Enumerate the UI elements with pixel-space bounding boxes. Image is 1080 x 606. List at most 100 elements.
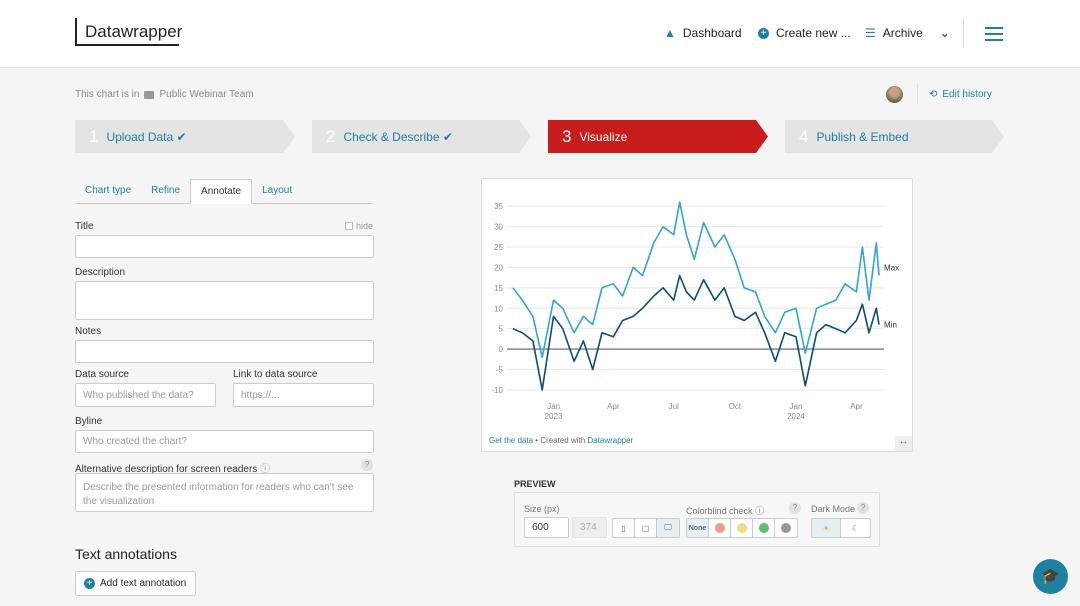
step-publish-embed[interactable]: 4 Publish & Embed <box>785 120 1004 153</box>
series-line-max <box>512 201 880 359</box>
byline-label: Byline <box>75 416 103 427</box>
link-label: Link to data source <box>233 369 318 380</box>
device-toggle: ▯ ▢ 🖵 <box>612 518 680 538</box>
breadcrumb: This chart is in Public Webinar Team <box>75 89 254 100</box>
y-tick-label: 0 <box>499 345 504 354</box>
step-check-describe[interactable]: 2 Check & Describe ✔ <box>312 120 531 153</box>
height-input: 374 <box>572 517 607 538</box>
archive-icon: ☰ <box>865 26 876 40</box>
plus-circle-icon: + <box>758 27 769 39</box>
plus-icon: + <box>84 578 95 589</box>
tritanopia-icon[interactable] <box>753 519 775 537</box>
tab-layout[interactable]: Layout <box>252 179 302 203</box>
add-text-annotation-button[interactable]: + Add text annotation <box>75 571 196 596</box>
achromatopsia-icon[interactable] <box>775 519 797 537</box>
y-tick-label: 20 <box>494 263 503 272</box>
x-tick-sublabel: 2024 <box>787 412 805 421</box>
x-tick-label: Oct <box>729 402 742 411</box>
x-tick-label: Jul <box>669 402 679 411</box>
top-bar: Datawrapper ▲ Dashboard + Create new ... ☰… <box>0 0 1080 68</box>
checkbox[interactable] <box>345 222 353 230</box>
y-tick-label: 35 <box>494 202 503 211</box>
notes-input[interactable] <box>75 340 374 363</box>
nav-create-new[interactable]: + Create new ... <box>758 26 851 40</box>
get-data-link[interactable]: Get the data <box>489 436 533 445</box>
hide-title-checkbox[interactable]: hide <box>345 221 373 231</box>
folder-link[interactable]: Public Webinar Team <box>159 89 253 100</box>
text-annotations-heading: Text annotations <box>75 546 177 562</box>
rocket-icon: ▲ <box>664 26 676 40</box>
info-icon: ⓘ <box>755 506 765 516</box>
deuteranopia-icon[interactable] <box>731 519 753 537</box>
alt-textarea[interactable]: Describe the presented information for r… <box>75 473 374 512</box>
x-tick-label: Jan <box>547 402 560 411</box>
y-tick-label: 5 <box>499 325 504 334</box>
colorblind-toggle: None <box>686 518 798 538</box>
y-tick-label: 30 <box>494 223 503 232</box>
graduation-cap-icon: 🎓 <box>1041 568 1060 585</box>
nav-archive[interactable]: ☰ Archive ⌄ <box>865 26 950 40</box>
menu-icon[interactable] <box>985 27 1003 45</box>
tab-annotate[interactable]: Annotate <box>190 179 253 204</box>
datawrapper-link[interactable]: Datawrapper <box>587 436 633 445</box>
avatar[interactable] <box>886 86 903 103</box>
help-icon[interactable]: ? <box>361 459 373 471</box>
y-tick-label: 10 <box>494 304 503 313</box>
y-tick-label: 15 <box>494 284 503 293</box>
dark-mode-toggle: ☀ ☾ <box>811 518 871 538</box>
protanopia-icon[interactable] <box>709 519 731 537</box>
colorblind-none[interactable]: None <box>687 519 709 537</box>
sun-icon[interactable]: ☀ <box>812 519 841 537</box>
series-label: Max <box>884 264 899 273</box>
academy-help-button[interactable]: 🎓 <box>1033 559 1068 594</box>
data-source-input[interactable]: Who published the data? <box>75 383 216 407</box>
check-icon: ✔ <box>439 129 453 144</box>
x-tick-label: Apr <box>850 402 863 411</box>
help-icon[interactable]: ? <box>789 502 801 514</box>
tab-chart-type[interactable]: Chart type <box>75 179 141 203</box>
link-input[interactable]: https://... <box>233 383 374 407</box>
x-tick-sublabel: 2023 <box>545 412 563 421</box>
preview-title: PREVIEW <box>514 479 556 489</box>
edit-history-button[interactable]: ⟲ Edit history <box>917 84 992 104</box>
title-input[interactable] <box>75 235 374 258</box>
colorblind-label: Colorblind check ⓘ <box>686 506 765 516</box>
series-label: Min <box>884 321 897 330</box>
y-tick-label: -5 <box>496 366 504 375</box>
step-visualize[interactable]: 3 Visualize <box>548 120 768 153</box>
x-tick-label: Jan <box>790 402 803 411</box>
tab-bar: Chart type Refine Annotate Layout <box>75 179 373 204</box>
description-textarea[interactable] <box>75 281 374 320</box>
title-label: Title <box>75 221 94 232</box>
help-icon[interactable]: ? <box>857 502 869 514</box>
tab-refine[interactable]: Refine <box>141 179 190 203</box>
description-label: Description <box>75 267 126 278</box>
check-icon: ✔ <box>173 129 187 144</box>
line-chart: 35302520151050-5-10Jan2023Apr Jul Oct Jan20… <box>491 201 899 421</box>
mobile-icon[interactable]: ▯ <box>613 519 635 537</box>
size-label: Size (px) <box>524 504 560 514</box>
series-line-min <box>512 274 880 391</box>
y-tick-label: 25 <box>494 243 503 252</box>
preview-controls: Size (px) 600 374 ▯ ▢ 🖵 Colorblind check ⓘ… <box>514 492 880 547</box>
x-tick-label: Apr <box>607 402 620 411</box>
folder-icon <box>144 90 155 99</box>
desktop-icon[interactable]: 🖵 <box>657 519 679 537</box>
width-input[interactable]: 600 <box>524 517 569 538</box>
chart-preview: 35 30 25 20 15 10 5 0 -5 -10 Jan 2023 Apr Jul Oct Jan 20… <box>481 178 913 452</box>
chevron-down-icon: ⌄ <box>939 26 950 40</box>
chart-footer: Get the data • Created with Datawrapper <box>489 436 634 445</box>
dark-mode-label: Dark Mode <box>811 504 856 514</box>
notes-label: Notes <box>75 326 102 337</box>
data-source-label: Data source <box>75 369 129 380</box>
history-icon: ⟲ <box>929 88 938 100</box>
moon-icon[interactable]: ☾ <box>841 519 870 537</box>
tablet-icon[interactable]: ▢ <box>635 519 657 537</box>
byline-input[interactable]: Who created the chart? <box>75 430 374 453</box>
y-tick-label: -10 <box>491 386 503 395</box>
logo[interactable]: Datawrapper <box>75 18 182 46</box>
resize-handle-icon[interactable]: ↔ <box>895 436 912 451</box>
step-upload-data[interactable]: 1 Upload Data ✔ <box>75 120 295 153</box>
nav-dashboard[interactable]: ▲ Dashboard <box>664 26 742 40</box>
divider <box>963 18 964 48</box>
